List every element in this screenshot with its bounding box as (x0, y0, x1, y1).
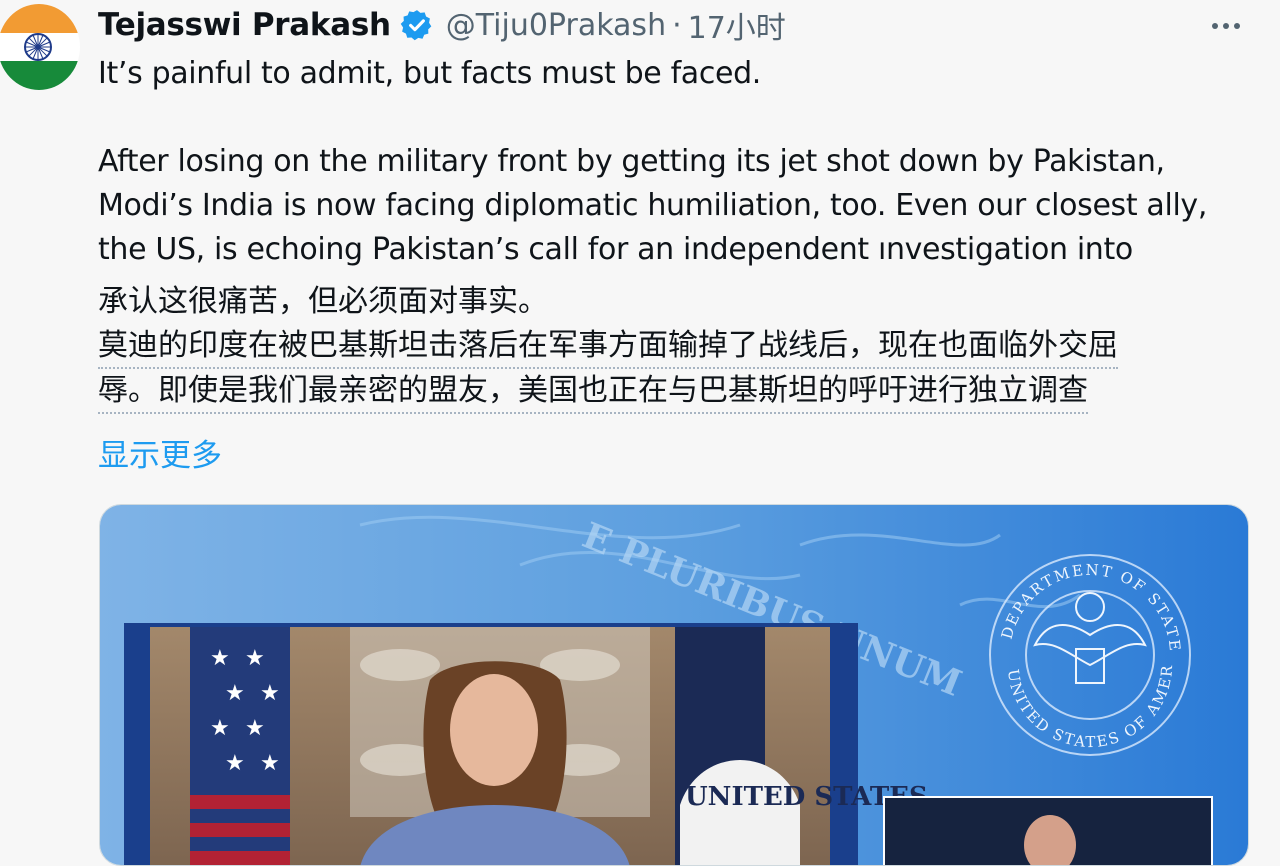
tweet-line: After losing on the military front by ge… (98, 144, 1165, 179)
show-more-link[interactable]: 显示更多 (98, 430, 222, 475)
verified-badge-icon (400, 8, 434, 42)
svg-text:★: ★ (245, 646, 265, 671)
author-handle[interactable]: @Tiju0Prakash (446, 8, 666, 43)
translation-line: 辱。即使是我们最亲密的盟友，美国也正在与巴基斯坦的呼吁进行独立调查 (98, 370, 1088, 414)
tweet-line: the US, is echoing Pakistan’s call for a… (98, 232, 1133, 267)
svg-text:★: ★ (260, 751, 280, 776)
us-flag: ★ ★ ★ ★ ★ ★ ★ ★ (190, 627, 290, 865)
timestamp[interactable]: 17小时 (688, 3, 786, 47)
author-name[interactable]: Tejasswi Prakash (98, 7, 391, 43)
svg-text:★: ★ (245, 716, 265, 741)
svg-text:★: ★ (210, 646, 230, 671)
translation-text: 承认这很痛苦，但必须面对事实。 莫迪的印度在被巴基斯坦击落后在军事方面输掉了战线… (98, 280, 1258, 414)
tweet-media-image[interactable]: E PLURIBUS UNUM DEPARTMENT OF STATE UNIT… (99, 504, 1249, 866)
tweet-text: It’s painful to admit, but facts must be… (98, 52, 1258, 272)
avatar[interactable] (0, 4, 80, 90)
translation-line: 承认这很痛苦，但必须面对事实。 (98, 284, 548, 319)
tweet-line: Modi’s India is now facing diplomatic hu… (98, 188, 1208, 223)
separator-dot: · (672, 7, 682, 43)
ashoka-chakra-icon (24, 33, 52, 61)
svg-text:★: ★ (210, 716, 230, 741)
svg-text:★: ★ (225, 681, 245, 706)
translation-line: 莫迪的印度在被巴基斯坦击落后在军事方面输掉了战线后，现在也面临外交屈 (98, 325, 1118, 369)
svg-text:★: ★ (260, 681, 280, 706)
svg-text:★: ★ (225, 751, 245, 776)
tweet-line: It’s painful to admit, but facts must be… (98, 56, 761, 91)
more-horizontal-icon[interactable] (1206, 14, 1246, 38)
tweet-header: Tejasswi Prakash @Tiju0Prakash · 17小时 (98, 2, 786, 48)
